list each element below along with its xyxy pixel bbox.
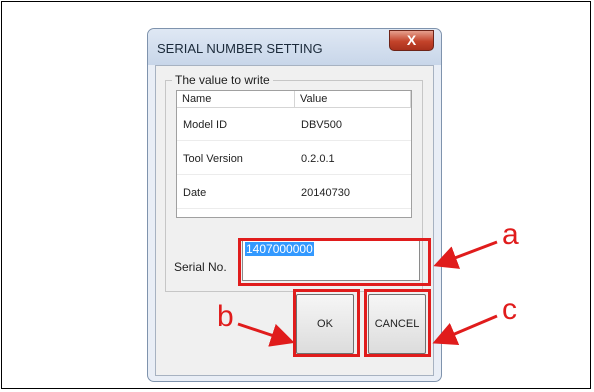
arrow-a (433, 240, 498, 269)
figure-frame: SERIAL NUMBER SETTING X The value to wri… (1, 1, 591, 389)
arrow-c (432, 314, 498, 346)
callout-arrows (237, 240, 498, 347)
arrow-b (237, 322, 295, 347)
